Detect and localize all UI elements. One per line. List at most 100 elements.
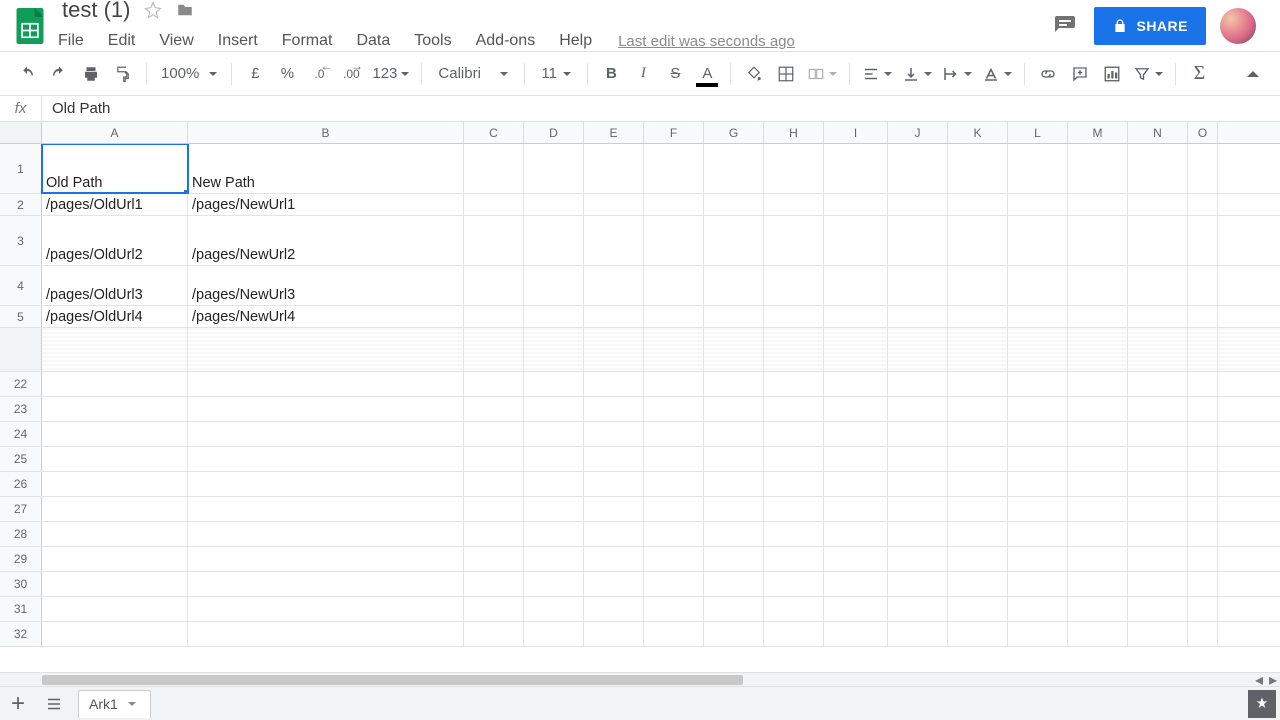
cell[interactable] — [888, 572, 948, 596]
cell[interactable] — [1068, 472, 1128, 496]
cell[interactable] — [1128, 194, 1188, 215]
cell[interactable] — [764, 216, 824, 265]
cell[interactable] — [1008, 572, 1068, 596]
cell[interactable] — [464, 472, 524, 496]
insert-link-button[interactable] — [1033, 59, 1063, 89]
cell[interactable] — [888, 597, 948, 621]
row-header[interactable]: 3 — [0, 216, 42, 265]
cell[interactable] — [464, 572, 524, 596]
cell[interactable] — [584, 622, 644, 646]
row-header[interactable]: 22 — [0, 372, 42, 396]
cell[interactable] — [1068, 447, 1128, 471]
cell[interactable] — [524, 522, 584, 546]
cell[interactable] — [188, 422, 464, 446]
cell[interactable] — [188, 497, 464, 521]
cell[interactable] — [584, 306, 644, 327]
cell[interactable] — [188, 572, 464, 596]
cell[interactable] — [1128, 497, 1188, 521]
column-header[interactable]: A — [42, 122, 188, 143]
cell[interactable] — [42, 447, 188, 471]
cell[interactable] — [464, 372, 524, 396]
bold-button[interactable]: B — [596, 59, 626, 89]
cell[interactable] — [524, 547, 584, 571]
cell[interactable] — [1008, 306, 1068, 327]
cell[interactable] — [888, 266, 948, 305]
cell[interactable] — [524, 266, 584, 305]
cell[interactable] — [1128, 547, 1188, 571]
cell[interactable] — [1008, 397, 1068, 421]
cell[interactable] — [644, 472, 704, 496]
sheet-tab[interactable]: Ark1 — [78, 690, 151, 718]
strikethrough-button[interactable]: S — [660, 59, 690, 89]
cell[interactable] — [888, 497, 948, 521]
cell[interactable]: New Path — [188, 144, 464, 193]
vertical-align-button[interactable] — [898, 59, 936, 89]
cell[interactable] — [644, 622, 704, 646]
cell[interactable] — [188, 597, 464, 621]
cell[interactable] — [524, 597, 584, 621]
cell[interactable] — [1068, 194, 1128, 215]
cell[interactable] — [188, 447, 464, 471]
cell[interactable] — [1188, 372, 1218, 396]
row-header[interactable]: 26 — [0, 472, 42, 496]
decrease-decimal-button[interactable]: ←.0 — [304, 59, 334, 89]
cell[interactable] — [644, 522, 704, 546]
cell[interactable] — [1008, 497, 1068, 521]
column-header[interactable]: D — [524, 122, 584, 143]
cell[interactable] — [764, 597, 824, 621]
cell[interactable] — [764, 522, 824, 546]
cell[interactable] — [948, 597, 1008, 621]
column-header[interactable]: E — [584, 122, 644, 143]
row-header[interactable]: 23 — [0, 397, 42, 421]
cell[interactable] — [644, 422, 704, 446]
cell[interactable] — [188, 547, 464, 571]
cell[interactable] — [524, 472, 584, 496]
column-header[interactable]: F — [644, 122, 704, 143]
select-all-corner[interactable] — [0, 122, 42, 143]
cell[interactable] — [188, 522, 464, 546]
cell[interactable] — [764, 622, 824, 646]
format-currency-button[interactable]: £ — [240, 59, 270, 89]
cell[interactable] — [1128, 422, 1188, 446]
cell[interactable] — [764, 266, 824, 305]
cell[interactable] — [42, 472, 188, 496]
cell[interactable] — [1188, 306, 1218, 327]
all-sheets-button[interactable] — [36, 687, 72, 720]
cell[interactable] — [888, 216, 948, 265]
cell[interactable] — [948, 572, 1008, 596]
cell[interactable] — [584, 547, 644, 571]
cell[interactable] — [824, 194, 888, 215]
cell[interactable] — [1188, 597, 1218, 621]
cell[interactable] — [644, 572, 704, 596]
cell[interactable] — [764, 472, 824, 496]
cell[interactable] — [704, 306, 764, 327]
cell[interactable] — [1128, 144, 1188, 193]
redo-button[interactable] — [44, 59, 74, 89]
cell[interactable] — [524, 216, 584, 265]
cell[interactable] — [584, 422, 644, 446]
fx-label[interactable]: fx — [0, 96, 42, 121]
print-button[interactable] — [76, 59, 106, 89]
merge-cells-button[interactable] — [803, 59, 841, 89]
cell[interactable] — [824, 447, 888, 471]
insert-comment-button[interactable] — [1065, 59, 1095, 89]
cell[interactable] — [464, 422, 524, 446]
cell[interactable] — [584, 472, 644, 496]
text-wrap-button[interactable] — [938, 59, 976, 89]
cell[interactable] — [584, 216, 644, 265]
cell[interactable] — [948, 622, 1008, 646]
cell[interactable] — [888, 472, 948, 496]
cell[interactable] — [888, 547, 948, 571]
cell[interactable] — [1068, 572, 1128, 596]
column-header[interactable]: K — [948, 122, 1008, 143]
cell[interactable] — [1188, 216, 1218, 265]
cell[interactable] — [824, 372, 888, 396]
cell[interactable] — [948, 216, 1008, 265]
cell[interactable] — [1008, 372, 1068, 396]
cell[interactable] — [1068, 266, 1128, 305]
collapse-toolbar-button[interactable] — [1238, 59, 1268, 89]
cell[interactable] — [1188, 547, 1218, 571]
cell[interactable] — [704, 497, 764, 521]
cell[interactable] — [948, 472, 1008, 496]
cell[interactable] — [1008, 144, 1068, 193]
